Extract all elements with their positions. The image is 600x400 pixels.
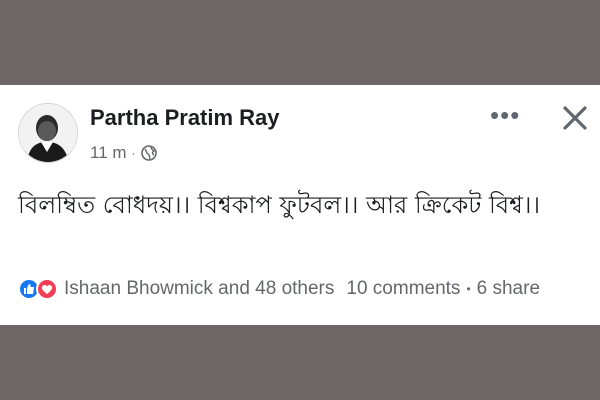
- separator-dot: •: [466, 282, 471, 296]
- post-stats: Ishaan Bhowmick and 48 others 10 comment…: [18, 278, 540, 300]
- close-icon[interactable]: [560, 103, 590, 133]
- post-card: Partha Pratim Ray 11 m · ••• বিলম্বিত বো…: [0, 85, 600, 325]
- reactors-link[interactable]: Ishaan Bhowmick and 48 others: [64, 278, 334, 300]
- shares-link[interactable]: 6 share: [477, 278, 540, 300]
- love-icon: [36, 278, 58, 300]
- reactions[interactable]: [18, 278, 58, 300]
- avatar[interactable]: [18, 103, 78, 163]
- author-name[interactable]: Partha Pratim Ray: [90, 105, 280, 131]
- post-time[interactable]: 11 m: [90, 143, 127, 163]
- comments-link[interactable]: 10 comments: [346, 278, 460, 300]
- more-options-icon[interactable]: •••: [490, 102, 520, 128]
- separator-dot: ·: [131, 146, 136, 160]
- avatar-photo: [19, 104, 77, 162]
- post-text: বিলম্বিত বোধদয়।। বিশ্বকাপ ফুটবল।। আর ক্…: [18, 191, 541, 219]
- globe-icon: [140, 145, 157, 161]
- post-meta: 11 m ·: [90, 143, 157, 163]
